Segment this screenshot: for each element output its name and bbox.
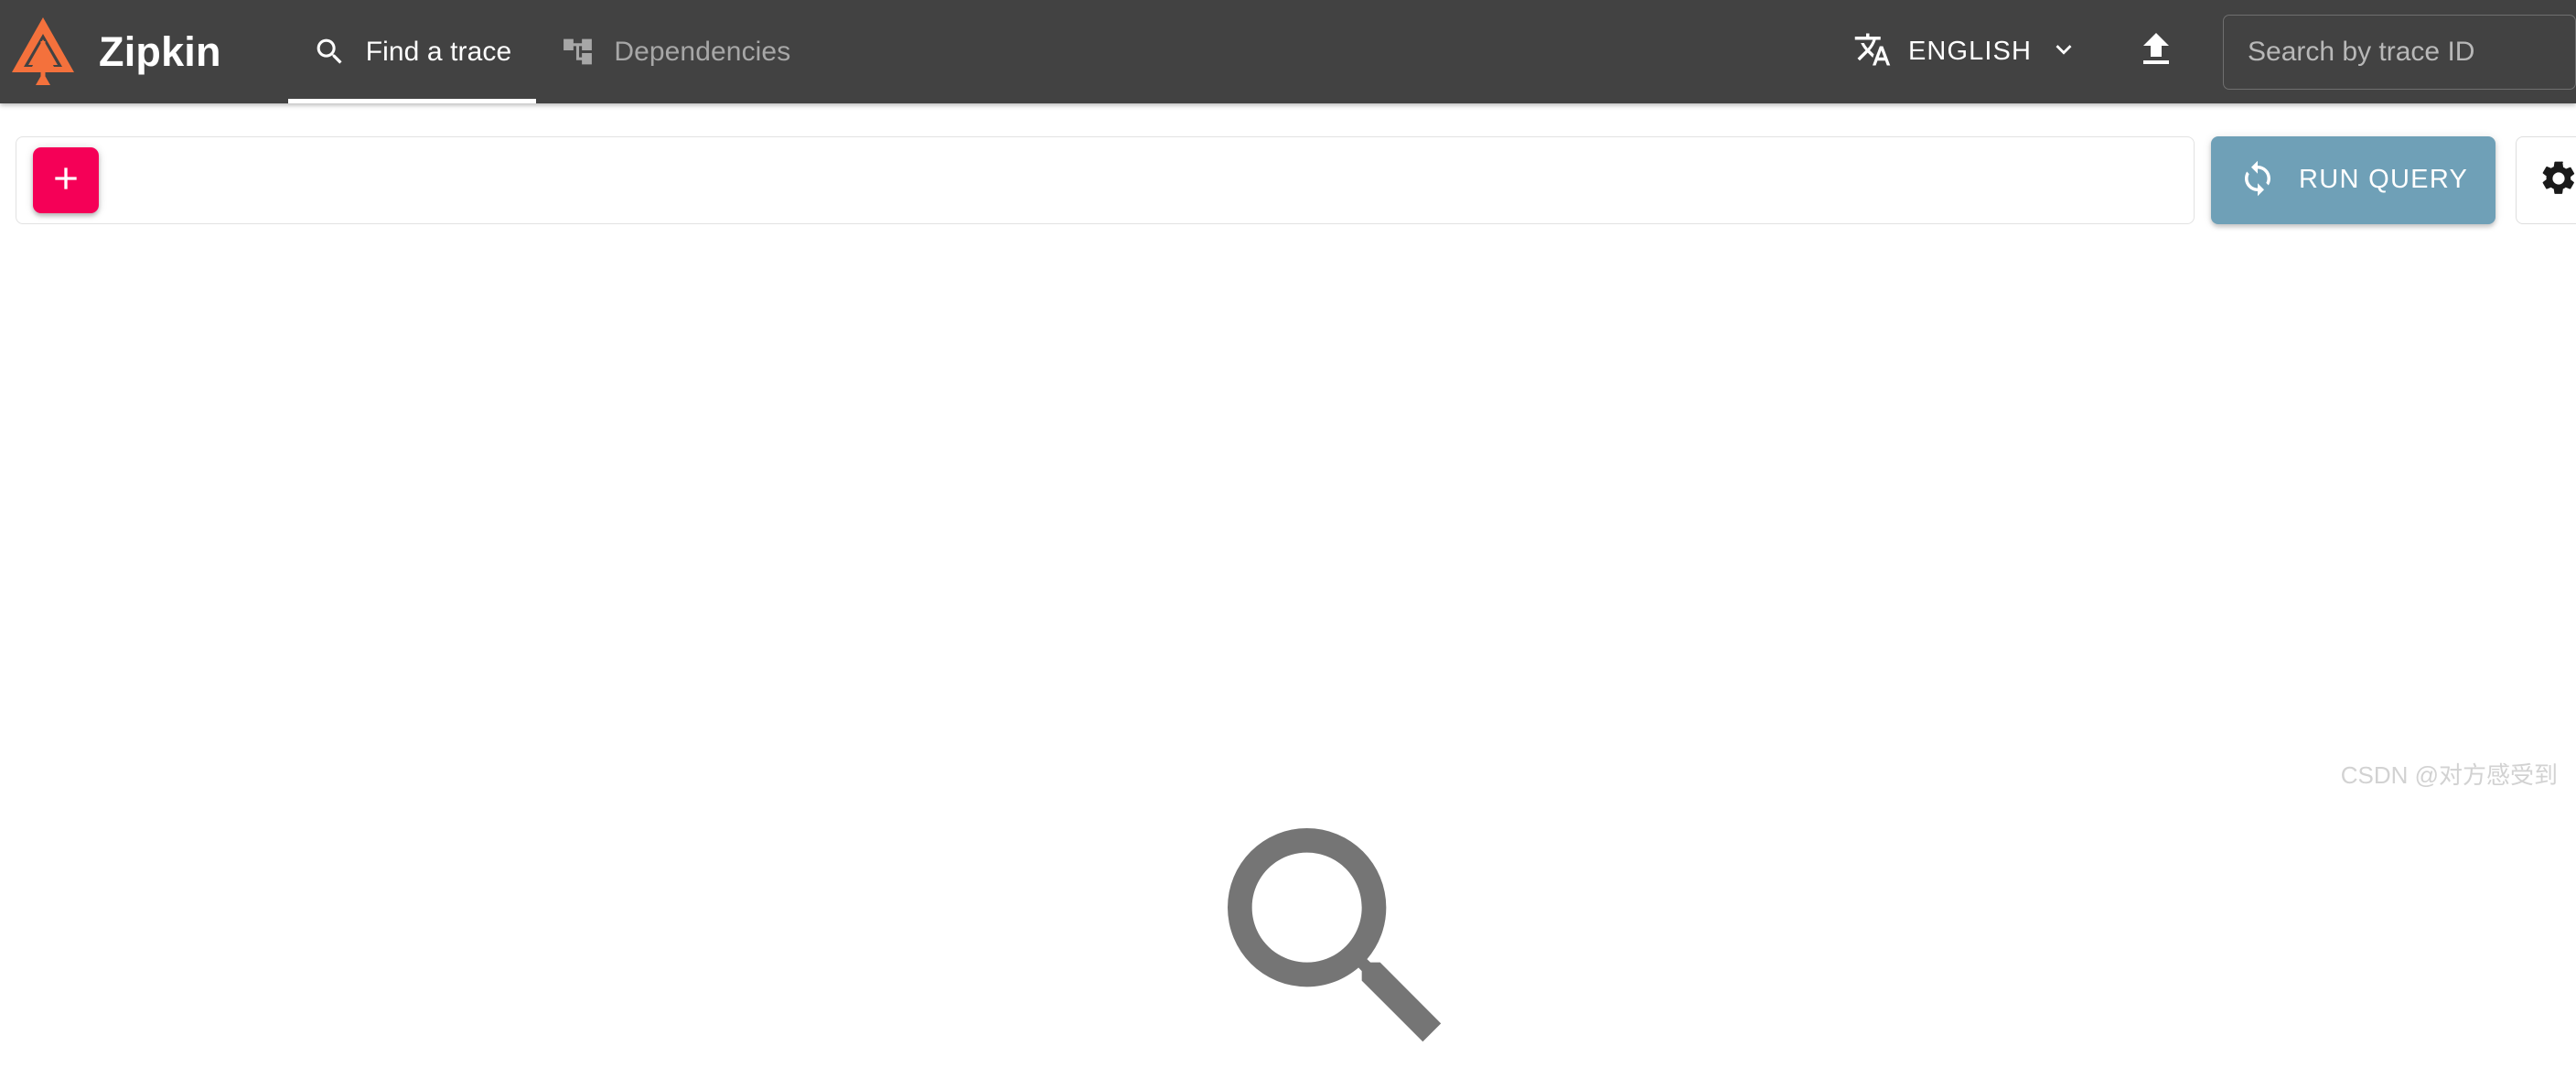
query-bar: RUN QUERY [0, 103, 2576, 232]
tab-label: Find a trace [365, 36, 512, 67]
upload-json-button[interactable] [2112, 8, 2200, 96]
plus-icon [48, 160, 84, 199]
refresh-icon [2238, 159, 2277, 200]
results-area: CSDN @对方感受到 [0, 232, 2576, 1042]
add-criterion-button[interactable] [33, 146, 99, 213]
search-criteria-container[interactable] [16, 135, 2195, 224]
search-icon [313, 35, 347, 69]
tab-find-a-trace[interactable]: Find a trace [287, 0, 537, 103]
brand[interactable]: Zipkin [0, 0, 221, 103]
empty-state [1191, 792, 1484, 1089]
chevron-down-icon [2048, 34, 2079, 70]
search-by-trace-id-input[interactable] [2223, 14, 2576, 90]
upload-icon [2134, 27, 2178, 76]
primary-nav: Find a trace Dependencies [287, 0, 816, 103]
run-query-button[interactable]: RUN QUERY [2211, 135, 2496, 224]
query-settings-button[interactable] [2516, 135, 2576, 224]
magnifier-icon [1191, 828, 1484, 1088]
translate-icon [1853, 30, 1892, 73]
app-header: Zipkin Find a trace Dependencies ENGLISH… [0, 0, 2576, 103]
tab-label: Dependencies [614, 36, 791, 67]
run-query-label: RUN QUERY [2299, 165, 2469, 194]
tab-dependencies[interactable]: Dependencies [536, 0, 815, 103]
account-tree-icon [561, 35, 595, 69]
zipkin-logo-icon [7, 15, 79, 90]
watermark: CSDN @对方感受到 [2340, 761, 2558, 789]
language-label: ENGLISH [1907, 37, 2032, 66]
language-selector[interactable]: ENGLISH [1841, 21, 2092, 82]
header-actions: ENGLISH [1841, 0, 2576, 103]
gear-icon [2538, 158, 2576, 201]
brand-title: Zipkin [99, 28, 221, 75]
